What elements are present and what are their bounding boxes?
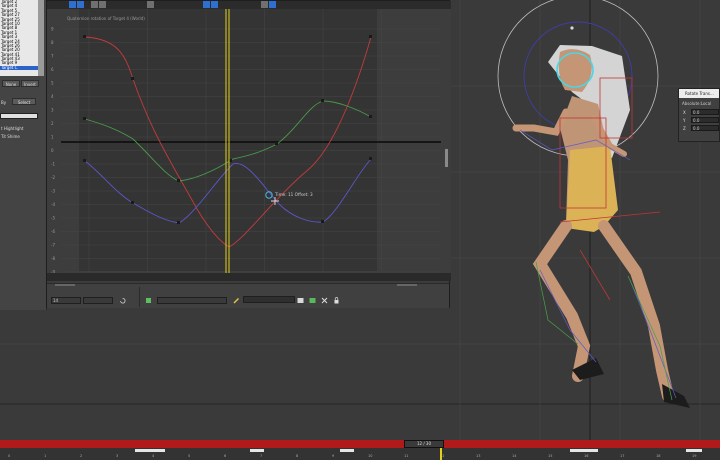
curve-editor-toolbar (47, 1, 451, 9)
add-key-icon[interactable] (309, 297, 316, 304)
filter-icon[interactable] (297, 297, 304, 304)
timeline-frame-number: 0 (8, 454, 11, 458)
timeline-key-marker[interactable] (135, 449, 165, 452)
toolbar-icon[interactable] (99, 1, 106, 8)
timeline-frame-number: 9 (332, 454, 335, 458)
divider (55, 284, 75, 286)
y-tick-label: -1 (51, 162, 55, 167)
curve-editor-title: Quaternion rotation of Target 4 (World) (67, 16, 145, 21)
current-time-marker[interactable] (440, 448, 442, 460)
timeline-frame-number: 17 (620, 454, 625, 458)
graph-scrollbar[interactable] (445, 149, 448, 167)
x-rotation-field[interactable]: 0.0 (691, 109, 719, 115)
timeline-frame-number: 8 (296, 454, 299, 458)
z-axis-label: Z (683, 126, 686, 131)
lock-icon[interactable] (333, 297, 340, 304)
toolbar-icon[interactable] (147, 1, 154, 8)
toolbar-icon[interactable] (203, 1, 210, 8)
y-tick-label: -4 (51, 202, 55, 207)
curve-graph[interactable]: 9876543210-1-2-3-4-5-6-7-8-9 0510152025 … (47, 9, 451, 281)
toolbar-icon[interactable] (69, 1, 76, 8)
timeline-frame-number: 14 (512, 454, 517, 458)
timeline-frame-number: 16 (584, 454, 589, 458)
reference-label: Absolute:Local (682, 101, 712, 106)
cursor-readout: Time: 11 Offset: 3 (274, 192, 313, 197)
timeline-frame-number: 19 (692, 454, 697, 458)
timeline-frame-number: 1 (44, 454, 47, 458)
z-rotation-field[interactable]: 0.0 (691, 125, 719, 131)
y-tick-label: -5 (51, 216, 55, 221)
toolbar-icon[interactable] (77, 1, 84, 8)
timeline-frame-number: 13 (476, 454, 481, 458)
timeline[interactable]: 12 / 30 0 1 2 3 4 5 6 7 8 9 10 11 12 13 14 15 16 17 18 19 (0, 440, 720, 460)
time-label: Tit Shime (1, 134, 20, 139)
select-button[interactable]: Select (12, 98, 36, 105)
y-tick-label: -2 (51, 175, 55, 180)
frame-field[interactable]: 14 (51, 297, 81, 304)
none-button[interactable]: None (2, 80, 20, 87)
timeline-frame-number: 5 (188, 454, 191, 458)
rotate-transform-window[interactable]: Rotate Trans... Absolute:Local X 0.0 Y 0… (678, 88, 720, 142)
timeline-frame-number: 18 (656, 454, 661, 458)
y-rotation-field[interactable]: 0.0 (691, 117, 719, 123)
timeline-frame-number: 2 (80, 454, 83, 458)
keyframe-icon[interactable] (145, 297, 152, 304)
value-field[interactable] (83, 297, 113, 304)
timeline-key-marker[interactable] (340, 449, 354, 452)
timeline-frame-number: 6 (224, 454, 227, 458)
divider (397, 284, 417, 286)
track-bar[interactable]: 0 1 2 3 4 5 6 7 8 9 10 11 12 13 14 15 16 17 18 19 (0, 448, 720, 460)
y-tick-label: -8 (51, 256, 55, 261)
x-axis-label: X (683, 110, 686, 115)
timeline-frame-number: 4 (152, 454, 155, 458)
object-list[interactable]: Target 2 Target 4 Target 5 Target 27 Tar… (0, 0, 38, 76)
left-panel: Target 2 Target 4 Target 5 Target 27 Tar… (0, 0, 47, 310)
interpolation-dropdown[interactable] (243, 296, 295, 303)
refresh-icon[interactable] (119, 297, 126, 304)
y-axis-label: Y (683, 118, 686, 123)
toolbar-icon[interactable] (261, 1, 268, 8)
toolbar-icon[interactable] (91, 1, 98, 8)
by-label: By (1, 100, 7, 105)
timeline-frame-number: 3 (116, 454, 119, 458)
timeline-frame-number: 7 (260, 454, 263, 458)
curve-editor-window[interactable]: 9876543210-1-2-3-4-5-6-7-8-9 0510152025 … (46, 0, 451, 308)
toolbar-icon[interactable] (269, 1, 276, 8)
pencil-icon[interactable] (233, 297, 240, 304)
y-tick-label: -6 (51, 229, 55, 234)
y-tick-label: -7 (51, 243, 55, 248)
toolbar-icon[interactable] (211, 1, 218, 8)
timeline-key-marker[interactable] (250, 449, 264, 452)
time-slider-frame-display[interactable]: 12 / 30 (404, 440, 444, 448)
selection-dropdown[interactable] (0, 113, 38, 119)
timeline-frame-number: 10 (368, 454, 373, 458)
timeline-key-marker[interactable] (570, 449, 598, 452)
y-tick-label: -3 (51, 189, 55, 194)
time-ruler (47, 273, 451, 281)
list-item-selected[interactable]: Target C (0, 65, 38, 71)
delete-key-icon[interactable] (321, 297, 328, 304)
time-slider-bar[interactable] (0, 440, 720, 448)
list-scrollbar[interactable] (38, 0, 44, 76)
timeline-frame-number: 11 (404, 454, 409, 458)
invert-button[interactable]: Invert (21, 80, 39, 87)
timeline-key-marker[interactable] (686, 449, 702, 452)
timeline-frame-number: 15 (548, 454, 553, 458)
curve-editor-bottom-bar: 14 (47, 283, 449, 308)
rotate-transform-title[interactable]: Rotate Trans... (679, 89, 719, 98)
highlight-label: t Hightlight (1, 126, 24, 131)
expression-field[interactable] (157, 297, 227, 304)
